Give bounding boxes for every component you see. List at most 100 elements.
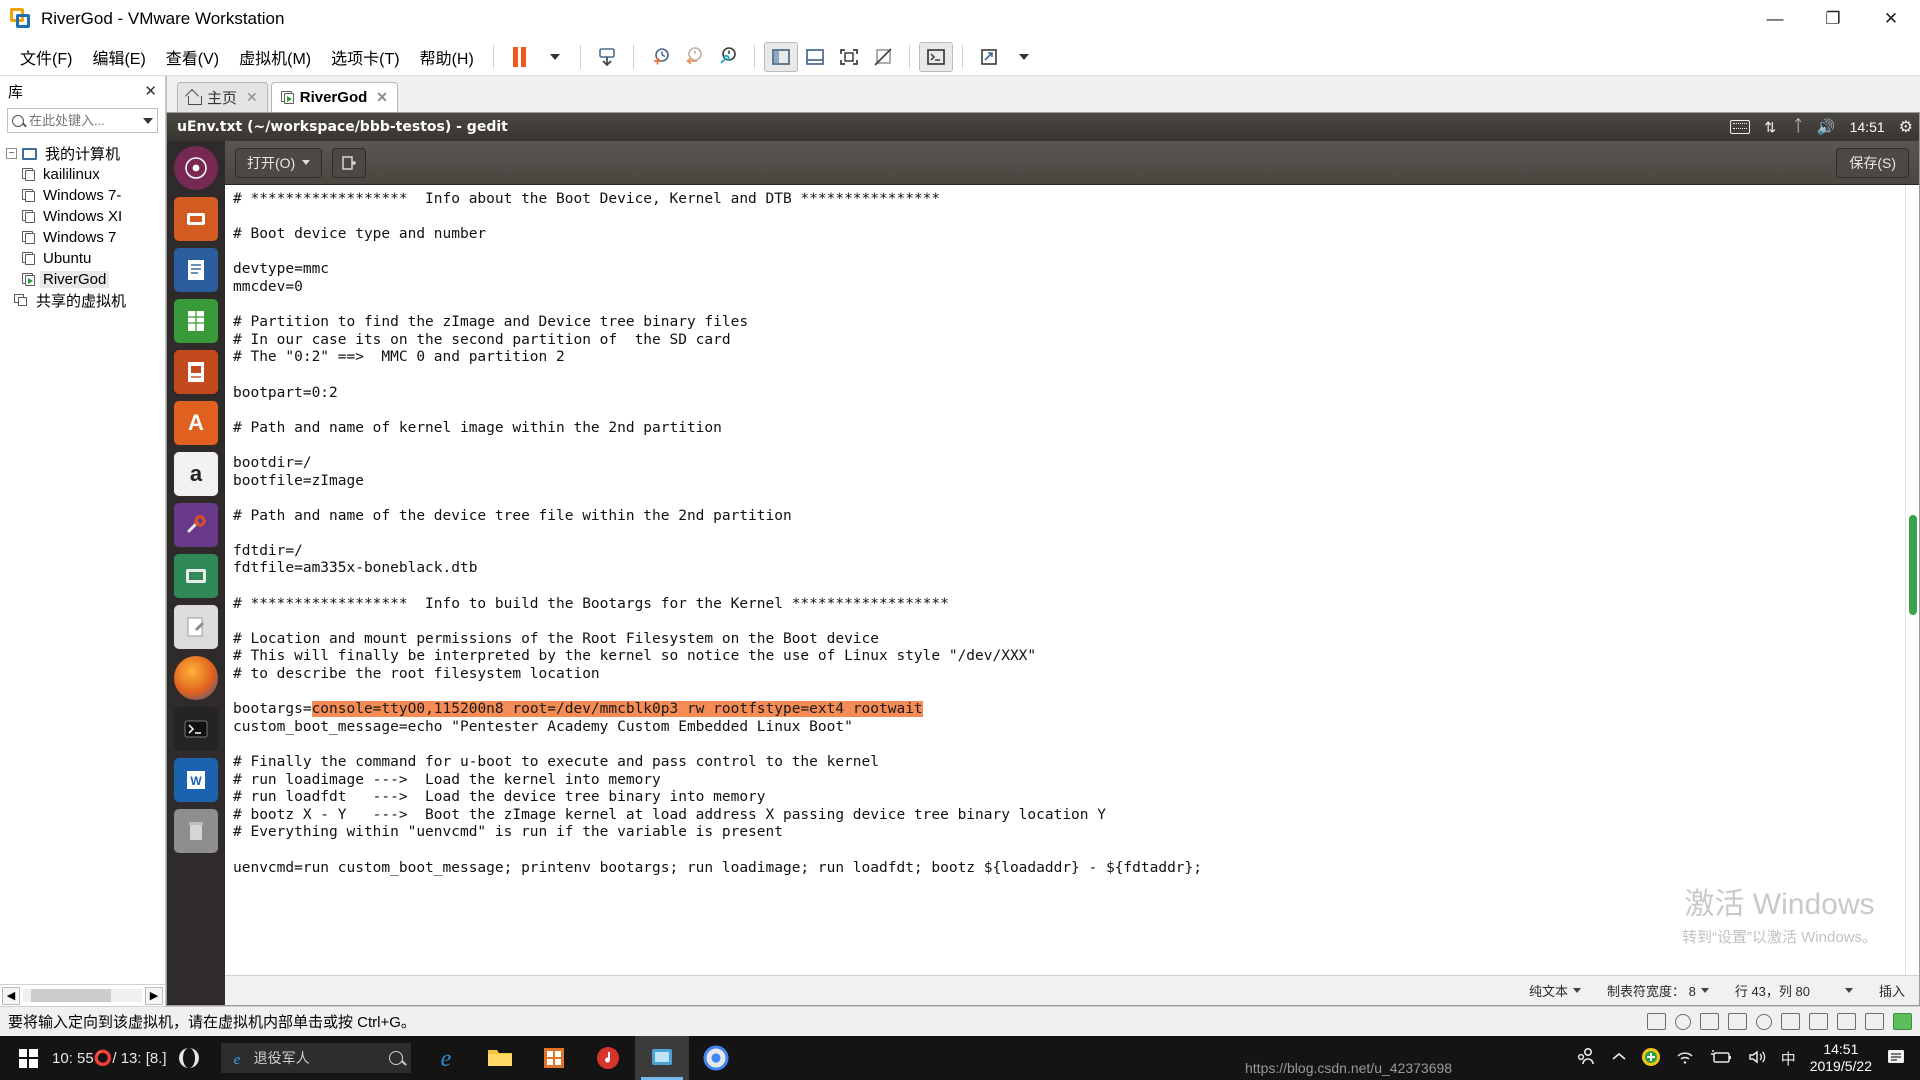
camera-icon[interactable] [1865,1013,1884,1030]
take-snapshot-icon[interactable] [643,42,677,72]
ubuntu-clock[interactable]: 14:51 [1850,119,1885,135]
revert-snapshot-icon[interactable] [677,42,711,72]
windows-start-icon[interactable] [6,1036,50,1080]
bluetooth-icon[interactable]: ᛏ [1793,118,1803,136]
gedit-document-area[interactable]: # ****************** Info about the Boot… [225,185,1919,975]
stretch-dropdown-icon[interactable] [1006,42,1040,72]
horizontal-scrollbar[interactable] [23,989,142,1002]
new-document-icon[interactable] [332,147,367,178]
input-captured-icon[interactable] [1893,1013,1912,1030]
menu-edit[interactable]: 编辑(E) [82,41,155,73]
battery-charging-icon[interactable] [1709,1049,1733,1068]
close-button[interactable]: ✕ [1862,0,1920,38]
close-icon[interactable]: ✕ [376,89,388,106]
snapshot-icon[interactable] [590,42,624,72]
launcher-wps-icon[interactable]: W [174,758,218,802]
sound-card-icon[interactable] [1756,1013,1772,1030]
sidebar-item-shared-vms[interactable]: 共享的虚拟机 [0,290,165,311]
pause-dropdown-icon[interactable] [537,42,571,72]
printer-icon[interactable] [1728,1013,1747,1030]
manage-snapshots-icon[interactable] [711,42,745,72]
show-hidden-icons-icon[interactable] [1611,1050,1627,1066]
tab-rivergod[interactable]: RiverGod ✕ [270,82,398,112]
menu-help[interactable]: 帮助(H) [410,41,484,73]
sidebar-item-windows-7-a[interactable]: Windows 7- [0,185,165,206]
taskbar-chrome-icon[interactable] [689,1036,743,1080]
sidebar-item-ubuntu[interactable]: Ubuntu [0,248,165,269]
keyboard-icon[interactable] [1730,120,1751,134]
wifi-icon[interactable] [1675,1049,1695,1068]
menu-tabs[interactable]: 选项卡(T) [321,41,409,73]
language-selector[interactable]: 纯文本 [1529,981,1581,1000]
cd-dvd-icon[interactable] [1675,1013,1691,1030]
launcher-software-center-icon[interactable]: A [174,401,218,445]
scroll-right-icon[interactable]: ▶ [145,986,163,1005]
cursor-position[interactable]: 行 43，列 80 [1735,981,1853,1000]
unity-mode-icon[interactable] [866,42,900,72]
taskbar-clock[interactable]: 14:51 2019/5/22 [1810,1041,1872,1076]
notification-center-icon[interactable] [1886,1048,1906,1069]
scroll-left-icon[interactable]: ◀ [2,986,20,1005]
document-scrollbar[interactable] [1905,185,1919,975]
power-gear-icon[interactable]: ⚙ [1899,117,1913,137]
expander-icon[interactable]: − [6,148,17,159]
floppy-icon[interactable] [1809,1013,1828,1030]
launcher-gedit-icon[interactable] [174,605,218,649]
document-text[interactable]: # ****************** Info about the Boot… [225,185,1905,975]
launcher-terminal-green-icon[interactable] [174,554,218,598]
taskbar-store-icon[interactable] [527,1036,581,1080]
close-icon[interactable]: ✕ [246,89,258,106]
sidebar-item-kaililinux[interactable]: kaililinux [0,164,165,185]
library-scrollbar[interactable]: ◀ ▶ [0,984,165,1006]
usb-icon[interactable] [1781,1013,1800,1030]
launcher-firefox-icon[interactable] [174,656,218,700]
show-thumbnail-bar-icon[interactable] [798,42,832,72]
sidebar-item-rivergod[interactable]: RiverGod [0,269,165,290]
network-icon[interactable]: ⇅ [1764,119,1779,135]
guest-screen[interactable]: uEnv.txt (~/workspace/bbb-testos) - gedi… [166,112,1920,1006]
launcher-calc-icon[interactable] [174,299,218,343]
taskbar-explorer-icon[interactable] [473,1036,527,1080]
pause-icon[interactable] [503,42,537,72]
console-view-icon[interactable] [918,41,953,72]
search-input[interactable] [29,113,141,128]
tab-width-selector[interactable]: 制表符宽度： 8 [1607,981,1709,1000]
menu-file[interactable]: 文件(F) [10,41,82,73]
launcher-files-icon[interactable] [174,197,218,241]
maximize-button[interactable]: ❐ [1804,0,1862,38]
show-library-icon[interactable] [763,41,798,72]
taskbar-edge-icon[interactable]: e [419,1036,473,1080]
display-icon[interactable] [1837,1013,1856,1030]
enter-fullscreen-icon[interactable] [832,42,866,72]
launcher-amazon-icon[interactable]: a [174,452,218,496]
task-view-icon[interactable] [167,1036,211,1080]
save-button[interactable]: 保存(S) [1836,147,1909,178]
menu-view[interactable]: 查看(V) [156,41,229,73]
launcher-terminal-icon[interactable] [174,707,218,751]
menu-vm[interactable]: 虚拟机(M) [229,41,321,73]
volume-icon[interactable] [1747,1049,1767,1068]
taskbar-netease-music-icon[interactable] [581,1036,635,1080]
taskbar-vmware-icon[interactable] [634,1036,689,1080]
security-shield-icon[interactable] [1641,1047,1661,1070]
sidebar-item-windows-7-b[interactable]: Windows 7 [0,227,165,248]
hard-disk-icon[interactable] [1647,1013,1666,1030]
people-icon[interactable] [1575,1047,1597,1070]
network-adapter-icon[interactable] [1700,1013,1719,1030]
sidebar-item-windows-xp[interactable]: Windows XI [0,206,165,227]
minimize-button[interactable]: — [1746,0,1804,38]
stretch-guest-icon[interactable] [972,42,1006,72]
launcher-writer-icon[interactable] [174,248,218,292]
search-icon[interactable] [388,1051,403,1065]
library-search[interactable] [7,108,158,133]
launcher-trash-icon[interactable] [174,809,218,853]
tree-root-my-computer[interactable]: − 我的计算机 [0,143,165,164]
search-input[interactable]: e 退役军人 [220,1043,411,1073]
open-file-button[interactable]: 打开(O) [235,147,323,178]
tab-home[interactable]: 主页 ✕ [177,82,268,112]
chevron-down-icon[interactable] [143,117,153,124]
ime-indicator[interactable]: 中 [1781,1048,1796,1069]
launcher-dash-icon[interactable] [174,146,218,190]
volume-icon[interactable]: 🔊 [1817,118,1836,136]
launcher-impress-icon[interactable] [174,350,218,394]
